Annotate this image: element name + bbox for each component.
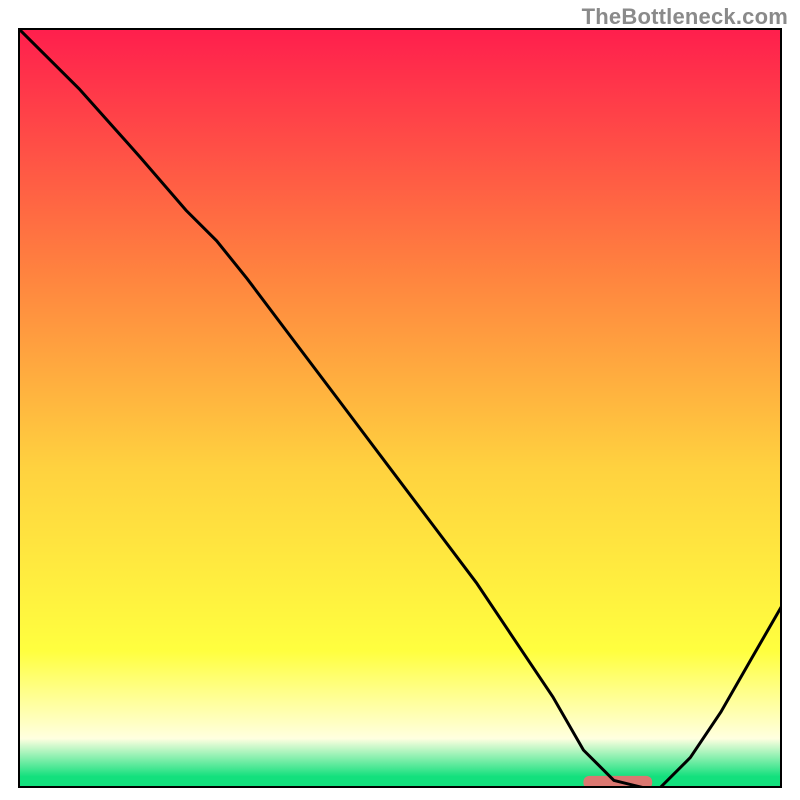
attribution-label: TheBottleneck.com xyxy=(582,4,788,30)
chart-svg xyxy=(18,28,782,788)
chart-container: TheBottleneck.com xyxy=(0,0,800,800)
plot-area xyxy=(18,28,782,788)
gradient-background xyxy=(18,28,782,788)
